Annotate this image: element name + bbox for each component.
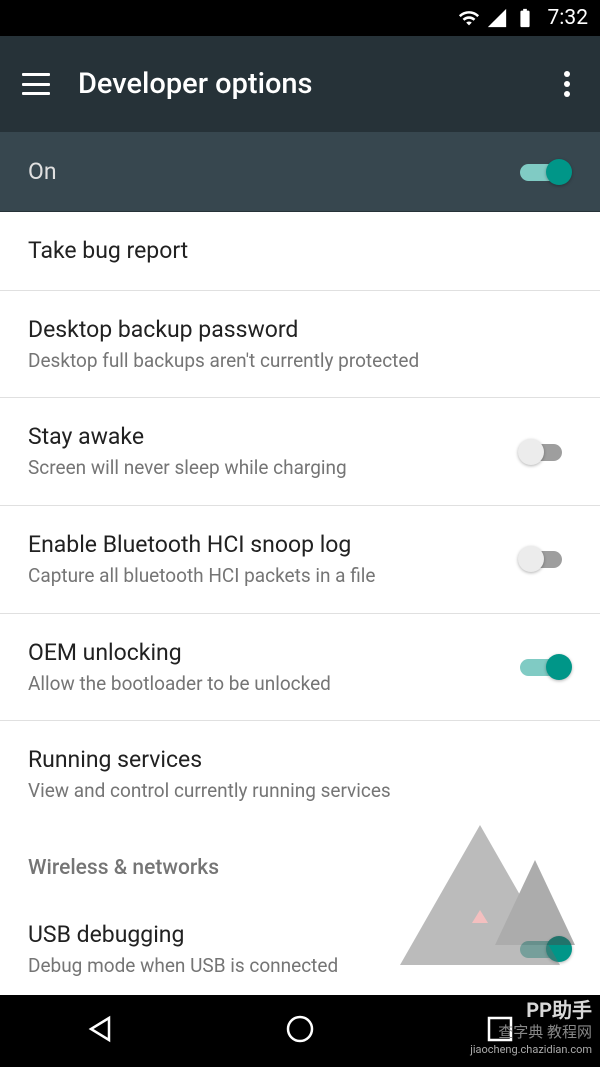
usb-debugging-switch[interactable] [518, 934, 572, 964]
item-running-services[interactable]: Running services View and control curren… [0, 721, 600, 828]
item-subtitle: View and control currently running servi… [28, 779, 572, 804]
bluetooth-hci-switch[interactable] [518, 544, 572, 574]
item-desktop-backup-password[interactable]: Desktop backup password Desktop full bac… [0, 291, 600, 399]
cellular-icon [486, 7, 508, 29]
battery-icon [514, 7, 536, 29]
item-oem-unlocking[interactable]: OEM unlocking Allow the bootloader to be… [0, 614, 600, 722]
item-bluetooth-hci[interactable]: Enable Bluetooth HCI snoop log Capture a… [0, 506, 600, 614]
item-subtitle: Screen will never sleep while charging [28, 456, 518, 481]
item-stay-awake[interactable]: Stay awake Screen will never sleep while… [0, 398, 600, 506]
master-toggle-switch[interactable] [518, 157, 572, 187]
oem-unlocking-switch[interactable] [518, 652, 572, 682]
recents-button[interactable] [483, 1012, 517, 1050]
overflow-icon[interactable] [556, 63, 578, 105]
item-usb-debugging[interactable]: USB debugging Debug mode when USB is con… [0, 896, 600, 989]
item-title: Stay awake [28, 422, 518, 452]
menu-icon[interactable] [22, 73, 50, 95]
item-title: Take bug report [28, 236, 572, 266]
master-toggle-row[interactable]: On [0, 132, 600, 212]
status-bar: 7:32 [0, 0, 600, 36]
home-button[interactable] [283, 1012, 317, 1050]
item-subtitle: Allow the bootloader to be unlocked [28, 672, 518, 697]
item-title: Enable Bluetooth HCI snoop log [28, 530, 518, 560]
settings-list: Take bug report Desktop backup password … [0, 212, 600, 988]
item-title: OEM unlocking [28, 638, 518, 668]
item-title: Running services [28, 745, 572, 775]
item-subtitle: Desktop full backups aren't currently pr… [28, 349, 572, 374]
master-toggle-label: On [28, 158, 518, 185]
page-title: Developer options [78, 67, 528, 101]
section-wireless-networks: Wireless & networks [0, 828, 600, 896]
item-title: Desktop backup password [28, 315, 572, 345]
wifi-icon [458, 7, 480, 29]
item-title: USB debugging [28, 920, 518, 950]
navigation-bar [0, 995, 600, 1067]
stay-awake-switch[interactable] [518, 437, 572, 467]
app-bar: Developer options [0, 36, 600, 132]
item-subtitle: Capture all bluetooth HCI packets in a f… [28, 564, 518, 589]
item-take-bug-report[interactable]: Take bug report [0, 212, 600, 291]
status-time: 7:32 [548, 6, 589, 30]
item-subtitle: Debug mode when USB is connected [28, 954, 518, 979]
back-button[interactable] [83, 1012, 117, 1050]
